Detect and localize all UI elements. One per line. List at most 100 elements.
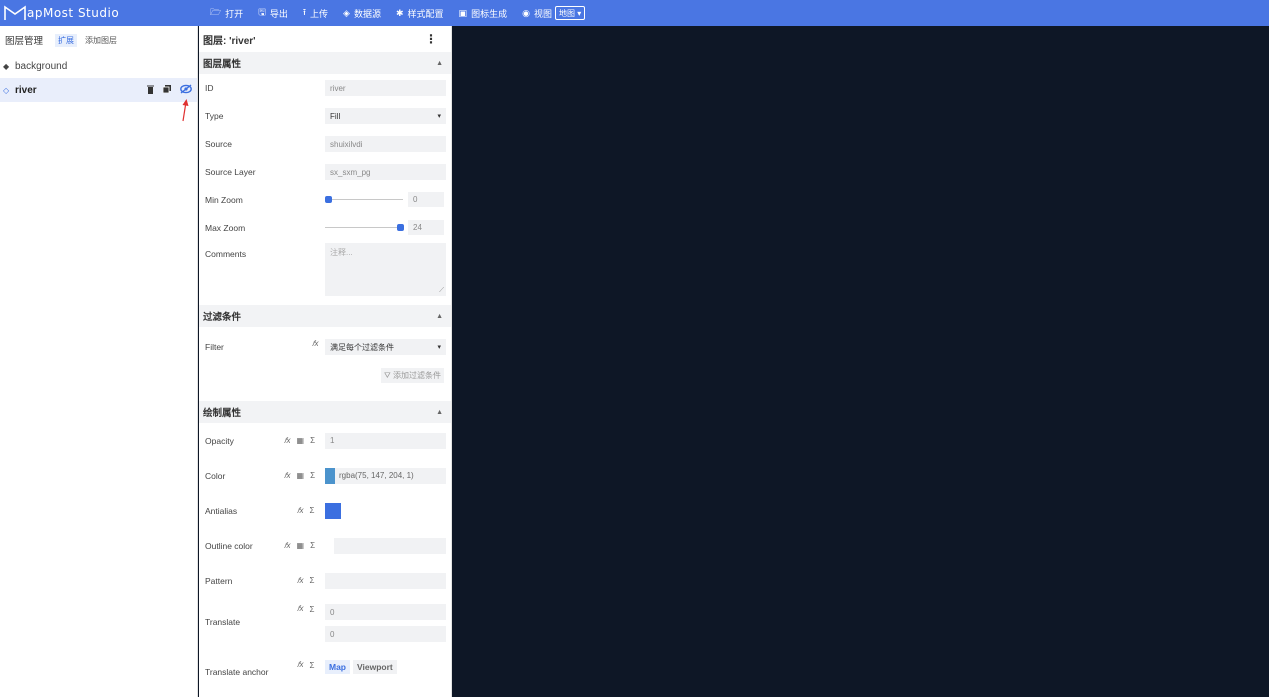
fx-icon[interactable]: 𝑓x [284, 471, 291, 481]
paint-prop-tools: 𝑓x ▦ Σ [284, 541, 315, 551]
map-canvas[interactable] [453, 26, 1269, 697]
filter-select[interactable]: 满足每个过滤条件 ▾ [325, 339, 446, 355]
sigma-icon[interactable]: Σ [310, 605, 315, 614]
fx-icon[interactable]: 𝑓x [284, 436, 291, 446]
menu-open[interactable]: 🗁 打开 [210, 5, 243, 21]
chevron-up-icon: ▲ [436, 312, 443, 320]
row-comments: Comments 注释... ⟋ [199, 242, 451, 301]
menu-open-label: 打开 [225, 8, 244, 19]
layers-panel: 图层管理 扩展 添加图层 ◆ background ◇ river [0, 26, 198, 697]
fx-icon[interactable]: 𝑓x [297, 604, 304, 614]
section-title: 绘制属性 [203, 408, 242, 419]
menu-icon-gen[interactable]: ▣ 图标生成 [459, 7, 508, 20]
comments-textarea[interactable]: 注释... ⟋ [325, 243, 446, 296]
layers-title: 图层管理 [5, 36, 44, 47]
field-label: Filter [205, 341, 224, 352]
paint-prop-tools: 𝑓x Σ [297, 660, 314, 670]
row-filter: Filter 𝑓x 满足每个过滤条件 ▾ [199, 327, 451, 366]
sigma-icon[interactable]: Σ [310, 541, 315, 550]
row-outline-color: Outline color 𝑓x ▦ Σ [199, 528, 451, 563]
layer-item-river[interactable]: ◇ river [0, 78, 197, 102]
menu-style-config[interactable]: ✱ 样式配置 [396, 7, 444, 20]
more-options-icon[interactable]: ⋮ [425, 32, 437, 46]
min-zoom-input[interactable]: 0 [408, 192, 444, 207]
fx-icon[interactable]: 𝑓x [297, 576, 304, 586]
row-source-layer: Source Layer sx_sxm_pg [199, 158, 451, 186]
opacity-input[interactable]: 1 [325, 432, 446, 449]
row-type: Type Fill ▾ [199, 102, 451, 130]
chevron-down-icon: ▾ [437, 113, 441, 120]
color-swatch[interactable] [325, 467, 335, 484]
field-label: Antialias [205, 505, 238, 516]
menu-export[interactable]: 🖫 导出 [258, 5, 288, 21]
duplicate-icon[interactable] [162, 85, 171, 95]
outline-color-input[interactable] [334, 537, 446, 554]
visibility-toggle-icon[interactable] [180, 83, 192, 97]
data-driven-icon[interactable]: ▦ [297, 471, 305, 480]
translate-x-input[interactable]: 0 [325, 604, 446, 620]
field-label: Min Zoom [205, 195, 243, 205]
fx-icon[interactable]: 𝑓x [284, 541, 291, 551]
pattern-input[interactable] [325, 572, 446, 589]
fx-icon[interactable]: 𝑓x [297, 506, 304, 516]
section-paint[interactable]: 绘制属性 ▲ [199, 401, 451, 423]
sigma-icon[interactable]: Σ [310, 471, 315, 480]
top-bar: apMost Studio 🗁 打开 🖫 导出 ⭱ 上传 ◈ 数据源 ✱ 样式配置 ▣ 图标… [0, 0, 1269, 26]
layer-name: river [15, 84, 37, 96]
color-input[interactable]: rgba(75, 147, 204, 1) [325, 467, 446, 484]
add-filter-label: 添加过滤条件 [393, 371, 441, 380]
view-select-value: 地图 [558, 8, 575, 18]
expand-tag[interactable]: 扩展 [55, 33, 78, 47]
min-zoom-slider[interactable] [325, 199, 403, 200]
row-translate: Translate 𝑓x Σ 0 0 [199, 598, 451, 646]
view-select[interactable]: 地图 ▾ [554, 6, 586, 20]
menu-upload[interactable]: ⭱ 上传 [303, 5, 328, 21]
max-zoom-slider[interactable] [325, 227, 403, 228]
field-label: Type [205, 111, 224, 121]
section-title: 过滤条件 [203, 312, 242, 323]
menu-icon-gen-label: 图标生成 [471, 8, 508, 19]
max-zoom-slider-handle[interactable] [397, 224, 404, 231]
sigma-icon[interactable]: Σ [310, 506, 315, 515]
fx-icon[interactable]: 𝑓x [312, 339, 319, 349]
translate-y-input[interactable]: 0 [325, 626, 446, 642]
section-filter[interactable]: 过滤条件 ▲ [199, 305, 451, 327]
id-input[interactable]: river [325, 80, 446, 96]
sigma-icon[interactable]: Σ [310, 661, 315, 670]
source-input[interactable]: shuixilvdi [325, 136, 446, 152]
eye-icon: ◉ [522, 7, 530, 18]
layer-item-background[interactable]: ◆ background [0, 54, 197, 78]
resize-handle-icon[interactable]: ⟋ [439, 287, 444, 295]
section-layer-props[interactable]: 图层属性 ▲ [199, 52, 451, 74]
menu-view[interactable]: ◉ 视图 地图 ▾ [522, 6, 586, 20]
row-color: Color 𝑓x ▦ Σ rgba(75, 147, 204, 1) [199, 458, 451, 493]
row-id: ID river [199, 74, 451, 102]
paint-prop-tools: 𝑓x Σ [297, 506, 314, 516]
anchor-map-button[interactable]: Map [325, 660, 350, 674]
menu-upload-label: 上传 [310, 8, 329, 19]
data-driven-icon[interactable]: ▦ [297, 541, 305, 550]
min-zoom-slider-handle[interactable] [325, 196, 332, 203]
sigma-icon[interactable]: Σ [310, 576, 315, 585]
max-zoom-input[interactable]: 24 [408, 220, 444, 235]
field-label: Source Layer [205, 167, 256, 177]
field-label: ID [205, 83, 214, 93]
sigma-icon[interactable]: Σ [310, 436, 315, 445]
row-add-filter: ⛛ 添加过滤条件 [199, 366, 451, 393]
fx-icon[interactable]: 𝑓x [297, 660, 304, 670]
paint-prop-tools: 𝑓x Σ [297, 576, 314, 586]
menu-export-label: 导出 [269, 8, 288, 19]
data-driven-icon[interactable]: ▦ [297, 436, 305, 445]
add-layer-link[interactable]: 添加图层 [85, 35, 117, 46]
add-filter-button[interactable]: ⛛ 添加过滤条件 [381, 368, 444, 383]
gear-icon: ✱ [395, 7, 404, 18]
menu-datasource[interactable]: ◈ 数据源 [343, 7, 381, 20]
antialias-checkbox[interactable] [325, 502, 341, 519]
properties-title: 图层: 'river' [203, 35, 256, 47]
source-layer-input[interactable]: sx_sxm_pg [325, 164, 446, 180]
mapmost-logo-icon [4, 5, 26, 20]
anchor-viewport-button[interactable]: Viewport [353, 660, 397, 674]
layer-bullet-icon: ◆ [3, 61, 10, 71]
type-select[interactable]: Fill ▾ [325, 108, 446, 124]
delete-icon[interactable] [147, 85, 154, 96]
